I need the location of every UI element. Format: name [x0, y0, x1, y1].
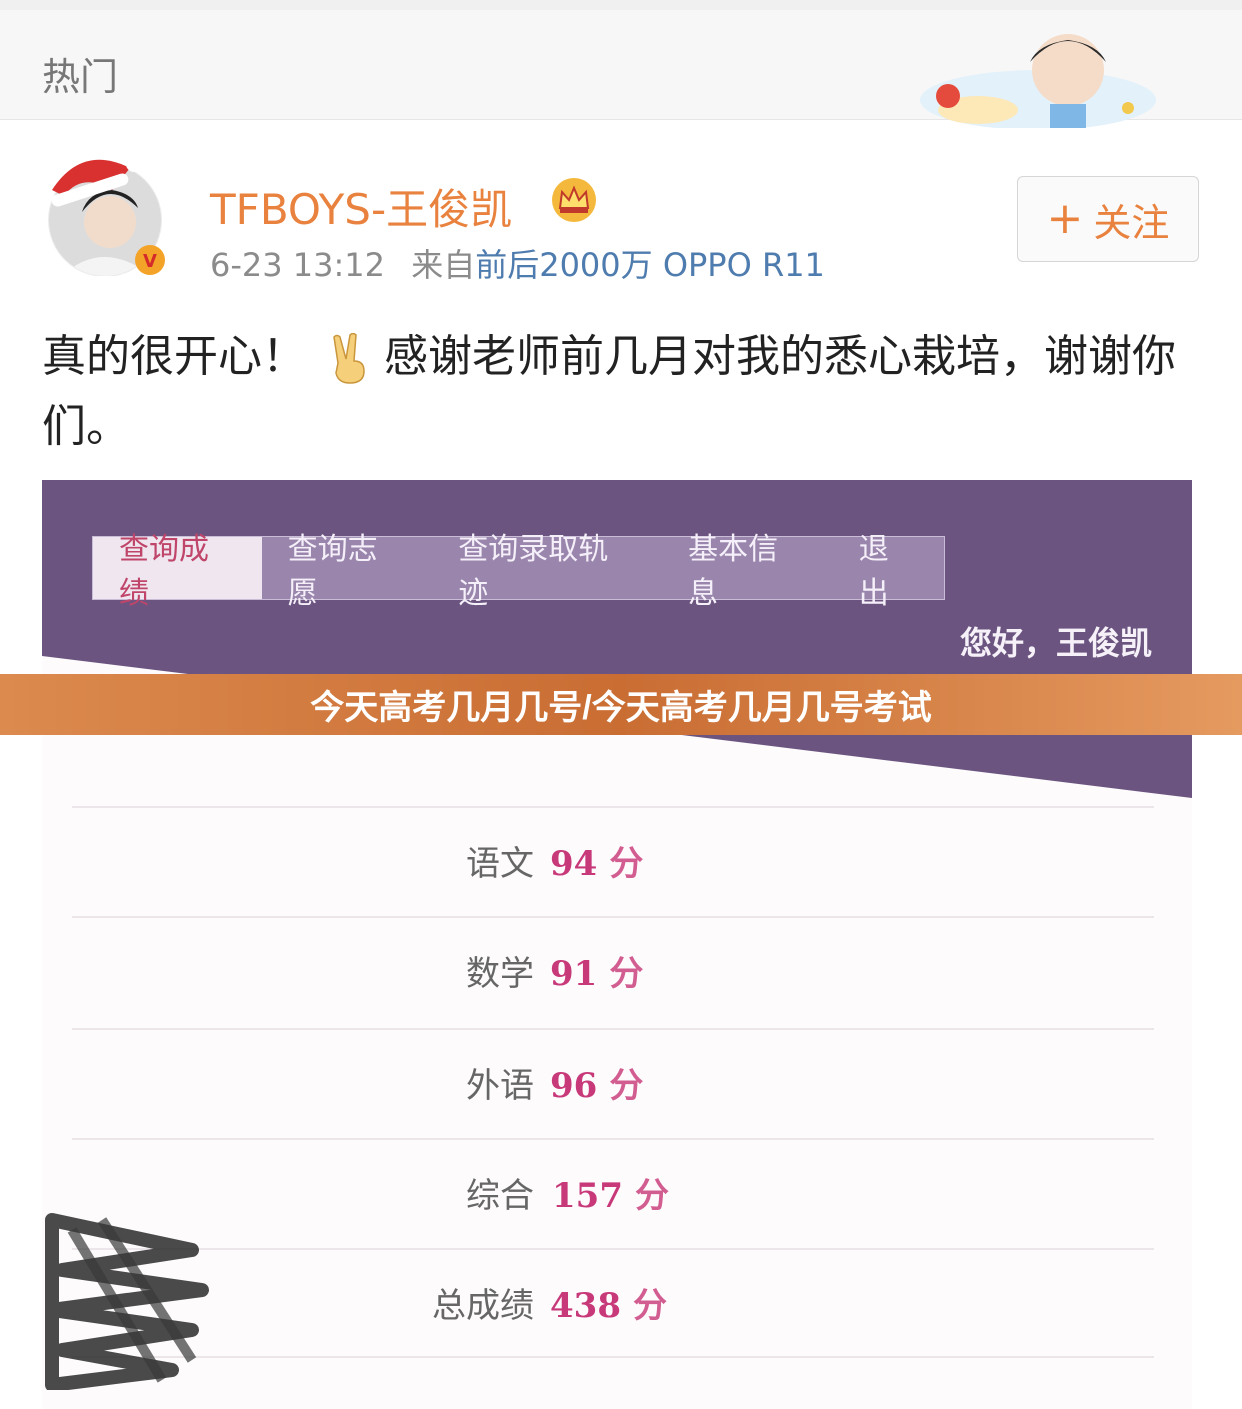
score-value: 94 分: [550, 844, 644, 884]
crown-icon: [552, 178, 596, 222]
score-value: 438 分: [550, 1286, 667, 1326]
top-nav-bar: 热门: [0, 0, 1242, 128]
score-row: 综合 157 分: [72, 1138, 1154, 1248]
svg-text:V: V: [143, 251, 157, 272]
subject-label: 总成绩: [432, 1286, 534, 1326]
tab-logout[interactable]: 退出: [833, 532, 944, 611]
score-value: 157 分: [552, 1176, 669, 1216]
post-meta: 6-23 13:12 来自前后2000万 OPPO R11: [210, 240, 825, 286]
score-value: 96 分: [550, 1066, 644, 1106]
source-prefix: 来自: [411, 246, 476, 284]
subject-label: 数学: [466, 954, 534, 994]
tab-admission-track[interactable]: 查询录取轨迹: [432, 532, 662, 611]
subject-label: 外语: [466, 1066, 534, 1106]
post-time: 6-23 13:12: [210, 246, 386, 284]
plus-icon: +: [1046, 193, 1084, 244]
score-value: 91 分: [550, 954, 644, 994]
post-text-part-1: 真的很开心！: [42, 331, 306, 382]
redaction-scribble: [45, 1213, 209, 1390]
victory-hand-emoji: [333, 333, 365, 384]
caption-text: 今天高考几月几号/今天高考几月几号考试: [310, 689, 932, 727]
page-title[interactable]: 热门: [42, 46, 118, 101]
device-link[interactable]: 前后2000万 OPPO R11: [475, 246, 825, 284]
greeting-text: 您好，王俊凯: [959, 624, 1152, 662]
post-image[interactable]: 查询成绩 查询志愿 查询录取轨迹 基本信息 退出 您好，王俊凯 语文 94 分 数…: [42, 480, 1192, 1409]
username[interactable]: TFBOYS-王俊凯: [210, 176, 512, 237]
score-row: 外语 96 分: [72, 1028, 1154, 1138]
user-avatar[interactable]: V: [42, 150, 168, 276]
subject-label: 综合: [466, 1176, 534, 1216]
tab-query-scores[interactable]: 查询成绩: [93, 532, 262, 611]
result-tabs: 查询成绩 查询志愿 查询录取轨迹 基本信息 退出: [92, 532, 945, 611]
score-row: 语文 94 分: [72, 806, 1154, 916]
tab-query-choices[interactable]: 查询志愿: [262, 532, 433, 611]
post-text: 真的很开心！ 感谢老师前几月对我的悉心栽培，谢谢你们。: [42, 322, 1182, 462]
follow-button[interactable]: + 关注: [1017, 176, 1199, 262]
follow-label: 关注: [1093, 200, 1170, 245]
score-row: 总成绩 438 分: [72, 1248, 1154, 1358]
caption-overlay: 今天高考几月几号/今天高考几月几号考试: [0, 674, 1242, 735]
header-banner-illustration: [920, 34, 1156, 128]
subject-label: 语文: [466, 844, 534, 884]
score-row: 数学 91 分: [72, 916, 1154, 1026]
tab-basic-info[interactable]: 基本信息: [662, 532, 833, 611]
